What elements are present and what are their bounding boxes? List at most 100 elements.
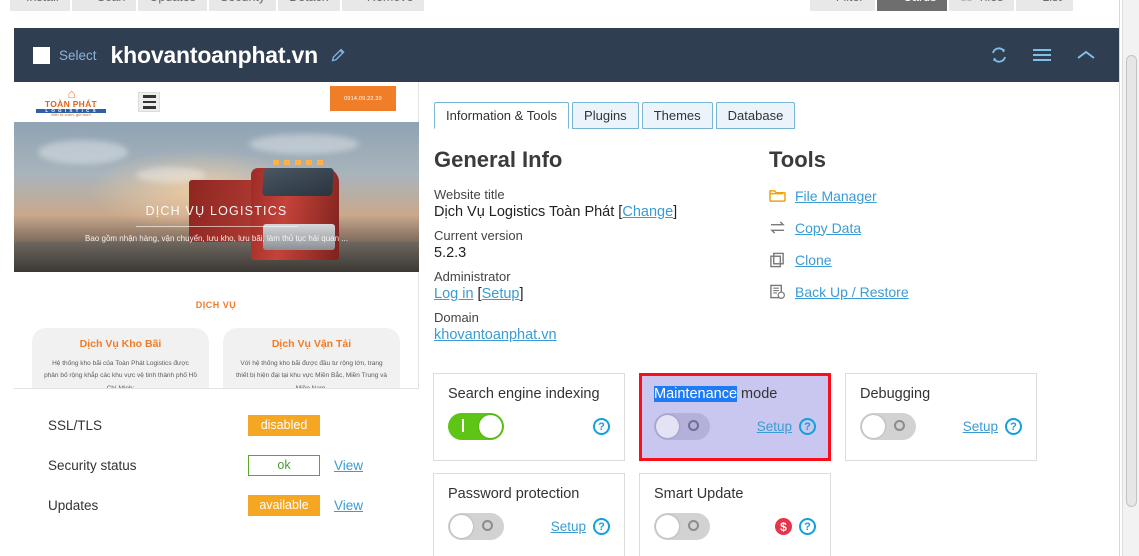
tool-copy-data-label[interactable]: Copy Data bbox=[795, 220, 861, 236]
view-cards-button[interactable]: ▭ Cards bbox=[876, 0, 948, 11]
question-icon[interactable]: ? bbox=[799, 418, 816, 435]
folder-icon bbox=[769, 187, 786, 204]
preview-site-nav: ⌂ TOÀN PHÁT L O G I S T I C S Đến từ vươ… bbox=[14, 82, 418, 122]
tiles-icon: ▯▯ bbox=[960, 0, 972, 2]
card-search-engine-indexing[interactable]: Search engine indexing ? bbox=[433, 373, 625, 461]
security-button-label: Security bbox=[220, 0, 265, 4]
question-icon[interactable]: ? bbox=[799, 518, 816, 535]
tab-themes[interactable]: Themes bbox=[641, 102, 713, 129]
card-title-rest: mode bbox=[737, 386, 778, 402]
tool-clone-label[interactable]: Clone bbox=[795, 252, 832, 268]
tool-backup-restore-label[interactable]: Back Up / Restore bbox=[795, 284, 909, 300]
logo-tagline: Đến từ vươn, gửi trọn! bbox=[51, 112, 91, 117]
tab-information-tools[interactable]: Information & Tools bbox=[434, 102, 570, 129]
view-tiles-button[interactable]: ▯▯ Tiles bbox=[949, 0, 1015, 11]
tab-database[interactable]: Database bbox=[715, 102, 796, 129]
debugging-toggle[interactable] bbox=[860, 413, 916, 440]
app-root: Install ↻ Scan Updates Security Detach ✕ R… bbox=[0, 0, 1139, 556]
feature-cards: Search engine indexing ? Maintenance mod… bbox=[433, 373, 1053, 556]
toolbar-left-group: Install ↻ Scan Updates Security Detach ✕ R… bbox=[10, 0, 426, 11]
detach-button[interactable]: Detach bbox=[278, 0, 340, 11]
change-title-link[interactable]: Change bbox=[622, 204, 673, 220]
dollar-icon[interactable]: $ bbox=[775, 518, 792, 535]
menu-icon[interactable] bbox=[1031, 47, 1053, 63]
question-icon[interactable]: ? bbox=[593, 518, 610, 535]
website-title-label: Website title bbox=[434, 187, 505, 202]
administrator-label: Administrator bbox=[434, 269, 511, 284]
view-tiles-button-label: Tiles bbox=[977, 0, 1003, 4]
log-in-link[interactable]: Log in bbox=[434, 286, 474, 302]
hero-title: DỊCH VỤ LOGISTICS bbox=[145, 204, 288, 218]
card-debugging[interactable]: Debugging Setup ? bbox=[845, 373, 1037, 461]
search-engine-indexing-toggle[interactable] bbox=[448, 413, 504, 440]
scan-button-label: Scan bbox=[97, 0, 126, 4]
scrollbar-thumb[interactable] bbox=[1126, 55, 1137, 507]
install-button[interactable]: Install bbox=[10, 0, 70, 11]
tab-bar: Information & Tools Plugins Themes Datab… bbox=[434, 97, 1133, 129]
vertical-divider bbox=[1119, 0, 1120, 556]
administrator-value: Log in [Setup] bbox=[434, 286, 524, 302]
card-title: Debugging bbox=[860, 386, 931, 402]
tool-file-manager[interactable]: File Manager bbox=[769, 187, 1049, 204]
updates-button[interactable]: Updates bbox=[138, 0, 207, 11]
question-icon[interactable]: ? bbox=[1005, 418, 1022, 435]
service-card-title: Dịch Vụ Kho Bãi bbox=[79, 338, 162, 350]
card-smart-update[interactable]: Smart Update $ ? bbox=[639, 473, 831, 556]
tool-file-manager-label[interactable]: File Manager bbox=[795, 188, 877, 204]
status-panel: SSL/TLS disabled Security status ok View… bbox=[14, 388, 419, 556]
password-protection-toggle[interactable] bbox=[448, 513, 504, 540]
refresh-icon: ↻ bbox=[83, 0, 92, 2]
debugging-setup-link[interactable]: Setup bbox=[963, 419, 998, 434]
tab-plugins[interactable]: Plugins bbox=[572, 102, 639, 129]
page-scrollbar[interactable] bbox=[1122, 0, 1139, 556]
maintenance-setup-link[interactable]: Setup bbox=[757, 419, 792, 434]
view-cards-button-label: Cards bbox=[903, 0, 936, 4]
tool-backup-restore[interactable]: Back Up / Restore bbox=[769, 283, 1049, 300]
list-icon: ☰ bbox=[1027, 0, 1037, 2]
site-logo: ⌂ TOÀN PHÁT L O G I S T I C S Đến từ vươ… bbox=[36, 87, 106, 117]
tools-section: Tools File Manager Copy Data Clone Back … bbox=[769, 147, 1049, 351]
current-version-value: 5.2.3 bbox=[434, 245, 467, 261]
tool-clone[interactable]: Clone bbox=[769, 251, 1049, 268]
admin-setup-link[interactable]: Setup bbox=[482, 286, 520, 302]
filter-button[interactable]: ⧩ Filter bbox=[810, 0, 875, 11]
smart-update-toggle[interactable] bbox=[654, 513, 710, 540]
copy-data-icon bbox=[769, 219, 786, 236]
close-icon: ✕ bbox=[353, 0, 362, 2]
information-tools-panel: General Info Website title Dịch Vụ Logis… bbox=[419, 129, 1119, 351]
question-icon[interactable]: ? bbox=[593, 418, 610, 435]
scan-button[interactable]: ↻ Scan bbox=[71, 0, 137, 11]
top-toolbar: Install ↻ Scan Updates Security Detach ✕ R… bbox=[0, 0, 1119, 12]
website-title-text: Dịch Vụ Logistics Toàn Phát bbox=[434, 204, 615, 220]
remove-button[interactable]: ✕ Remove bbox=[341, 0, 425, 11]
chevron-up-icon[interactable] bbox=[1075, 47, 1097, 63]
cards-icon: ▭ bbox=[888, 0, 898, 2]
status-view-link[interactable]: View bbox=[334, 458, 363, 473]
card-title-selected-text: Maintenance bbox=[654, 386, 738, 402]
status-badge: ok bbox=[248, 454, 320, 476]
preview-services-heading: DỊCH VỤ bbox=[195, 300, 237, 310]
maintenance-mode-toggle[interactable] bbox=[654, 413, 710, 440]
status-label: SSL/TLS bbox=[48, 417, 103, 433]
view-list-button-label: List bbox=[1042, 0, 1061, 4]
website-title-value: Dịch Vụ Logistics Toàn Phát [Change] bbox=[434, 204, 678, 220]
card-title: Maintenance mode bbox=[654, 386, 816, 402]
status-view-link[interactable]: View bbox=[334, 498, 363, 513]
card-maintenance-mode[interactable]: Maintenance mode Setup ? bbox=[639, 373, 831, 461]
card-password-protection[interactable]: Password protection Setup ? bbox=[433, 473, 625, 556]
tool-copy-data[interactable]: Copy Data bbox=[769, 219, 1049, 236]
site-header: Select khovantoanphat.vn bbox=[14, 28, 1119, 82]
preview-phone-button[interactable]: 0914.09.22.39 bbox=[330, 86, 396, 111]
pencil-icon[interactable] bbox=[330, 47, 347, 64]
preview-hamburger-icon[interactable] bbox=[138, 92, 160, 112]
refresh-icon[interactable] bbox=[989, 45, 1009, 65]
view-list-button[interactable]: ☰ List bbox=[1016, 0, 1073, 11]
domain-link[interactable]: khovantoanphat.vn bbox=[434, 327, 557, 343]
password-protection-setup-link[interactable]: Setup bbox=[551, 519, 586, 534]
card-title: Password protection bbox=[448, 486, 580, 502]
select-checkbox[interactable] bbox=[33, 46, 50, 64]
select-label[interactable]: Select bbox=[59, 48, 97, 63]
domain-label: Domain bbox=[434, 310, 479, 325]
security-button[interactable]: Security bbox=[208, 0, 277, 11]
status-badge: disabled bbox=[248, 414, 320, 436]
